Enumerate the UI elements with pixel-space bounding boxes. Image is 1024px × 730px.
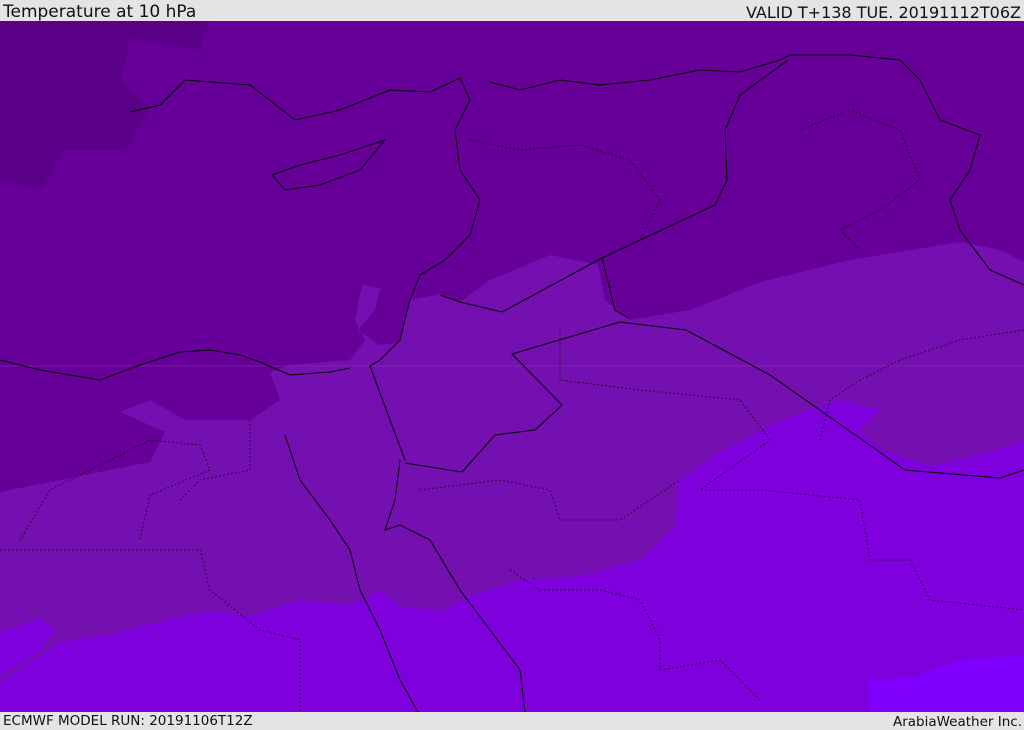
footer-bar: ECMWF MODEL RUN: 20191106T12Z ArabiaWeat… (0, 712, 1024, 730)
credit: ArabiaWeather Inc. (892, 714, 1022, 730)
header-bar: Temperature at 10 hPa VALID T+138 TUE. 2… (0, 0, 1024, 22)
map-title: Temperature at 10 hPa (3, 2, 197, 22)
model-run: ECMWF MODEL RUN: 20191106T12Z (3, 713, 253, 729)
valid-time: VALID T+138 TUE. 20191112T06Z (745, 3, 1021, 22)
temperature-map (0, 21, 1024, 712)
